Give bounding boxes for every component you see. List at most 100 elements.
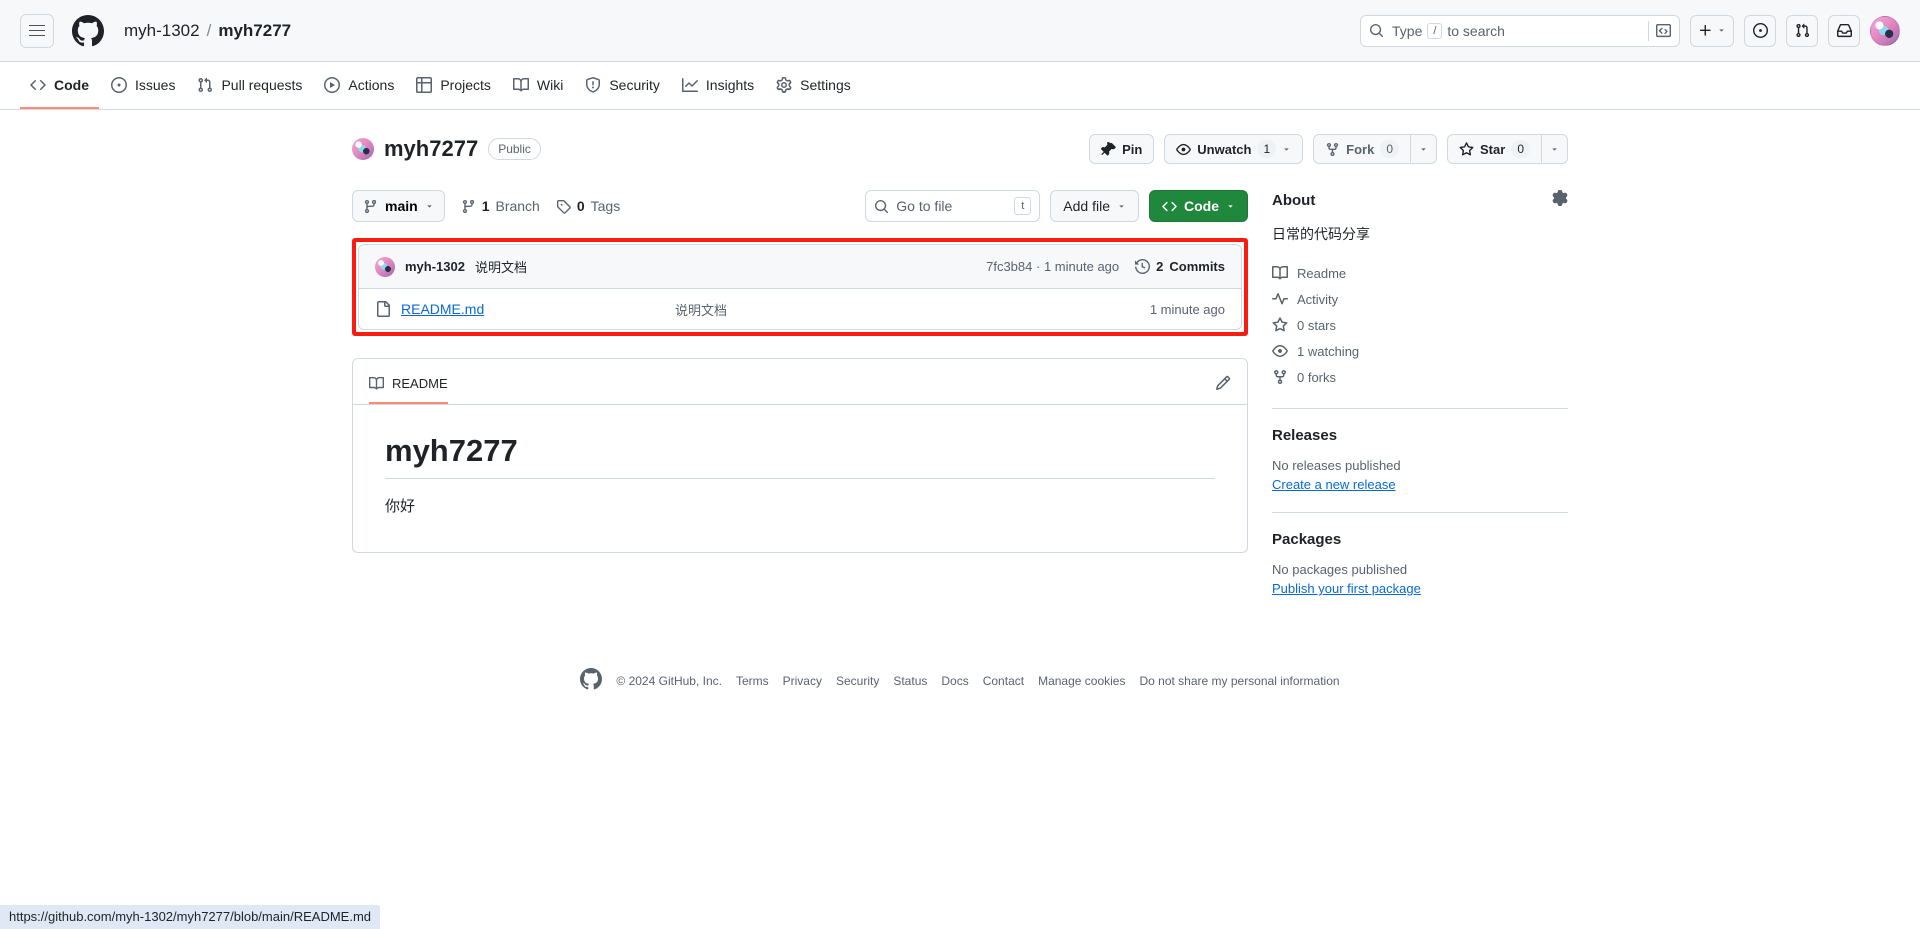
packages-heading: Packages — [1272, 531, 1342, 548]
commit-sha-time[interactable]: 7fc3b84 · 1 minute ago — [986, 259, 1119, 274]
branch-count-link[interactable]: 1 Branch — [461, 198, 540, 214]
tab-wiki-label: Wiki — [536, 77, 564, 93]
git-branch-icon — [364, 199, 377, 213]
hamburger-menu-icon[interactable] — [20, 13, 54, 48]
github-mark-icon[interactable] — [580, 668, 603, 693]
repo-nav-tabs: Code Issues Pull requests Actions Projec… — [0, 62, 1920, 110]
fork-dropdown-button[interactable] — [1411, 134, 1438, 164]
branch-selector[interactable]: main — [352, 190, 445, 222]
readme-tab[interactable]: README — [369, 367, 448, 404]
footer-link-manage-cookies[interactable]: Manage cookies — [1038, 674, 1125, 688]
create-new-button[interactable] — [1690, 14, 1734, 47]
star-icon — [1272, 317, 1288, 332]
user-avatar[interactable] — [1870, 15, 1900, 46]
sidebar-item-readme-label: Readme — [1297, 265, 1347, 281]
commit-sha: 7fc3b84 — [986, 259, 1033, 274]
tab-projects[interactable]: Projects — [406, 63, 501, 109]
play-icon — [324, 77, 341, 93]
search-icon — [875, 199, 889, 213]
footer-link-status[interactable]: Status — [893, 674, 927, 688]
footer-link-security[interactable]: Security — [836, 674, 879, 688]
branch-count-value: 1 — [481, 198, 490, 214]
unwatch-button[interactable]: Unwatch 1 — [1164, 134, 1304, 164]
repo-forked-icon — [1274, 370, 1286, 385]
commit-sha-separator: · — [1036, 259, 1041, 274]
pin-button[interactable]: Pin — [1089, 134, 1155, 164]
edit-repository-details-button[interactable] — [1552, 190, 1568, 210]
git-pull-request-icon — [198, 77, 213, 93]
tab-insights[interactable]: Insights — [672, 63, 764, 109]
footer-link-privacy[interactable]: Privacy — [783, 674, 822, 688]
footer-link-do-not-share[interactable]: Do not share my personal information — [1139, 674, 1339, 688]
star-button[interactable]: Star 0 — [1447, 134, 1542, 164]
tab-wiki[interactable]: Wiki — [503, 63, 573, 109]
book-icon — [1272, 265, 1288, 280]
commits-count-link[interactable]: 2 Commits — [1135, 259, 1225, 274]
pull-requests-button[interactable] — [1786, 14, 1818, 47]
sidebar-item-watching[interactable]: 1 watching — [1272, 338, 1568, 364]
owner-avatar[interactable] — [352, 138, 374, 160]
command-palette-icon[interactable] — [1648, 20, 1671, 41]
tab-issues[interactable]: Issues — [101, 63, 185, 109]
star-dropdown-button[interactable] — [1542, 134, 1568, 164]
commit-author-avatar[interactable] — [375, 256, 395, 277]
tab-settings[interactable]: Settings — [766, 63, 861, 109]
tab-security[interactable]: Security — [575, 63, 670, 109]
publish-package-link[interactable]: Publish your first package — [1272, 581, 1421, 596]
create-release-link[interactable]: Create a new release — [1272, 477, 1396, 492]
footer-link-terms[interactable]: Terms — [736, 674, 769, 688]
code-button[interactable]: Code — [1149, 190, 1248, 222]
history-icon — [1135, 259, 1151, 274]
sidebar-item-readme[interactable]: Readme — [1272, 260, 1568, 286]
code-button-label: Code — [1184, 198, 1219, 214]
search-input[interactable]: Type / to search — [1360, 14, 1680, 47]
commit-message[interactable]: 说明文档 — [475, 257, 527, 276]
edit-readme-button[interactable] — [1215, 375, 1231, 396]
watch-count: 1 — [1257, 140, 1277, 158]
search-placeholder: Type / to search — [1392, 22, 1505, 39]
footer-link-docs[interactable]: Docs — [941, 674, 968, 688]
search-slash-key: / — [1427, 22, 1443, 39]
sidebar-item-activity[interactable]: Activity — [1272, 286, 1568, 312]
table-row[interactable]: README.md 说明文档 1 minute ago — [359, 289, 1241, 329]
file-icon — [377, 301, 390, 317]
sidebar: About 日常的代码分享 Readme Activity 0 stars 1 … — [1272, 190, 1568, 598]
pin-icon — [1101, 141, 1116, 155]
chevron-down-icon — [426, 204, 432, 208]
tab-actions[interactable]: Actions — [314, 63, 404, 109]
branch-name: main — [385, 198, 418, 214]
footer-link-contact[interactable]: Contact — [983, 674, 1024, 688]
breadcrumb-owner[interactable]: myh-1302 — [124, 21, 200, 41]
tag-count-value: 0 — [576, 198, 585, 214]
book-icon — [369, 376, 384, 390]
main-column: main 1 Branch 0 Tags Go to file t Add fi… — [352, 190, 1248, 553]
tab-pull-requests[interactable]: Pull requests — [187, 63, 312, 109]
notifications-button[interactable] — [1828, 14, 1860, 47]
issues-button[interactable] — [1744, 14, 1776, 47]
file-commit-message[interactable]: 说明文档 — [675, 300, 1150, 319]
gear-icon — [1552, 190, 1568, 206]
sidebar-item-forks[interactable]: 0 forks — [1272, 364, 1568, 390]
fork-button[interactable]: Fork 0 — [1313, 134, 1412, 164]
global-header: myh-1302 / myh7277 Type / to search — [0, 0, 1920, 62]
commit-author[interactable]: myh-1302 — [405, 259, 465, 274]
add-file-button[interactable]: Add file — [1050, 190, 1139, 222]
tab-pull-requests-label: Pull requests — [221, 77, 303, 93]
pencil-icon — [1215, 375, 1231, 391]
footer-copyright: © 2024 GitHub, Inc. — [616, 673, 722, 688]
page-title[interactable]: myh7277 — [384, 136, 478, 162]
browser-status-bar-url: https://github.com/myh-1302/myh7277/blob… — [0, 905, 381, 929]
sidebar-item-stars[interactable]: 0 stars — [1272, 312, 1568, 338]
github-logo-icon[interactable] — [72, 14, 104, 47]
star-count: 0 — [1511, 140, 1530, 158]
pulse-icon — [1272, 293, 1288, 305]
tab-code[interactable]: Code — [20, 63, 99, 109]
go-to-file-input[interactable]: Go to file t — [865, 190, 1041, 222]
file-toolbar: main 1 Branch 0 Tags Go to file t Add fi… — [352, 190, 1248, 222]
file-name-link[interactable]: README.md — [401, 301, 484, 317]
pin-label: Pin — [1122, 141, 1143, 157]
header-actions: Type / to search — [1360, 14, 1900, 47]
tag-count-link[interactable]: 0 Tags — [556, 198, 620, 214]
breadcrumb-repo[interactable]: myh7277 — [218, 21, 291, 41]
commit-meta: 7fc3b84 · 1 minute ago 2 Commits — [986, 259, 1225, 274]
